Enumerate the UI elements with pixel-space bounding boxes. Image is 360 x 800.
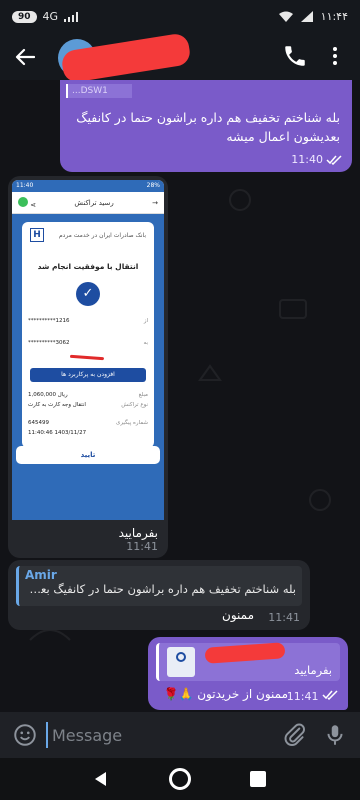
message-text: بله شناختم تخفیف هم داره براشون حتما در … xyxy=(76,110,340,144)
success-text: انتقال با موفقیت انجام شد xyxy=(37,262,139,271)
battery-indicator: 90 xyxy=(12,10,37,23)
reply-thumbnail xyxy=(167,647,195,677)
receipt-card: H بانک صادرات ایران در خدمت مردم انتقال … xyxy=(22,222,154,448)
arrow-right-icon: → xyxy=(152,198,158,207)
redaction-mark xyxy=(69,354,105,361)
type-row: نوع تراکنش انتقال وجه کارت به کارت xyxy=(28,402,148,408)
microphone-icon xyxy=(327,725,343,745)
from-row: از **********1216 xyxy=(28,318,148,324)
to-row: به **********3062 xyxy=(28,340,148,346)
nav-home-icon[interactable] xyxy=(169,768,191,790)
status-bar: 90 4G ۱۱:۴۴ xyxy=(0,0,360,34)
reply-text: بفرمایید xyxy=(294,663,332,677)
emoji-icon xyxy=(14,724,36,746)
message-time: 11:40 xyxy=(291,153,323,166)
more-options-button[interactable] xyxy=(322,43,348,69)
double-check-icon xyxy=(326,154,342,165)
phone-icon xyxy=(285,46,305,66)
more-vertical-icon xyxy=(333,47,337,51)
message-input[interactable] xyxy=(46,722,266,748)
whatsapp-icon xyxy=(18,196,28,207)
nav-back-icon[interactable] xyxy=(92,770,110,788)
call-button[interactable] xyxy=(282,43,308,69)
voice-record-button[interactable] xyxy=(322,722,348,748)
clock: ۱۱:۴۴ xyxy=(320,10,348,23)
attach-button[interactable] xyxy=(282,722,308,748)
message-meta: 11:41 xyxy=(287,690,338,703)
check-circle-icon: ✓ xyxy=(76,282,100,306)
add-favorites-button: افزودن به پرکاربرد ها xyxy=(30,368,146,382)
double-check-icon xyxy=(322,690,338,701)
message-time: 11:41 xyxy=(286,690,319,703)
share-icons: ⋖ xyxy=(18,196,36,209)
signal-full-icon xyxy=(300,11,313,22)
reply-preview[interactable]: Amir بله شناختم تخفیف هم داره براشون حتم… xyxy=(16,566,302,606)
amount-row: مبلغ 1,060,000 ریال xyxy=(28,392,148,398)
composer-bar xyxy=(0,712,360,758)
network-type: 4G xyxy=(42,10,59,23)
incoming-message[interactable]: Amir بله شناختم تخفیف هم داره براشون حتم… xyxy=(8,560,310,630)
photo-caption: بفرمایید xyxy=(118,526,158,540)
back-button[interactable] xyxy=(10,42,40,72)
message-time: 11:41 xyxy=(268,611,300,624)
message-time: 11:41 xyxy=(126,540,158,553)
tracking-row: شماره پیگیری 645499 xyxy=(28,420,148,426)
receipt-screenshot[interactable]: 11:40 28% ⋖ رسید تراکنش → H بانک صادرات … xyxy=(12,180,164,520)
outgoing-message[interactable]: ...DSW1 بله شناختم تخفیف هم داره براشون … xyxy=(60,80,352,172)
message-text: ممنون از خریدتون 🙏🌹 xyxy=(163,687,288,701)
message-meta: 11:40 xyxy=(291,153,342,166)
chat-header xyxy=(0,32,360,84)
datetime-row: 11:40:46 1403/11/27 xyxy=(28,430,87,436)
nav-recents-icon[interactable] xyxy=(250,771,266,787)
bank-logo-icon: H xyxy=(30,228,44,242)
receipt-background: H بانک صادرات ایران در خدمت مردم انتقال … xyxy=(12,214,164,520)
bank-name: بانک صادرات ایران در خدمت مردم xyxy=(58,232,146,239)
chat-area[interactable]: ...DSW1 بله شناختم تخفیف هم داره براشون … xyxy=(0,80,360,712)
message-text: ممنون xyxy=(222,608,254,622)
reply-preview[interactable]: بفرمایید xyxy=(156,642,340,681)
emoji-button[interactable] xyxy=(12,722,38,748)
reply-author: Amir xyxy=(25,568,57,582)
arrow-left-icon xyxy=(15,48,35,66)
outgoing-message[interactable]: بفرمایید ممنون از خریدتون 🙏🌹 11:41 xyxy=(148,637,348,710)
receipt-toolbar: ⋖ رسید تراکنش → xyxy=(12,192,164,214)
receipt-toolbar-title: رسید تراکنش xyxy=(74,198,114,207)
redaction-mark xyxy=(204,642,286,664)
reply-text: بله شناختم تخفیف هم داره براشون حتما در … xyxy=(25,582,296,596)
wifi-icon xyxy=(278,11,293,22)
incoming-photo-message[interactable]: 11:40 28% ⋖ رسید تراکنش → H بانک صادرات … xyxy=(8,176,168,558)
system-navigation-bar xyxy=(0,758,360,800)
status-right: ۱۱:۴۴ xyxy=(278,10,348,23)
receipt-status-bar: 11:40 28% xyxy=(12,180,164,192)
signal-icon xyxy=(64,11,79,22)
quoted-snippet: ...DSW1 xyxy=(66,84,132,98)
paperclip-icon xyxy=(284,723,305,746)
status-left: 90 4G xyxy=(12,10,79,23)
confirm-button: تایید xyxy=(16,446,160,464)
